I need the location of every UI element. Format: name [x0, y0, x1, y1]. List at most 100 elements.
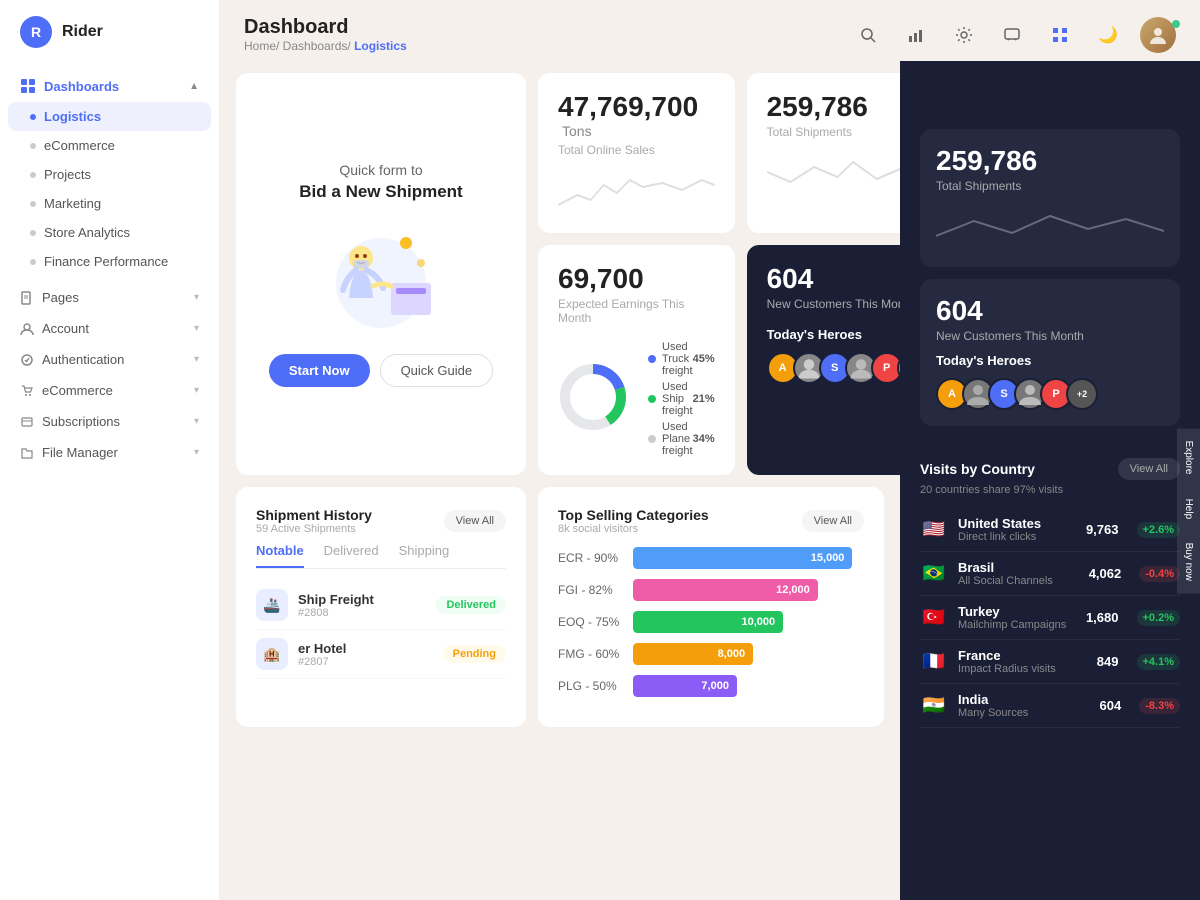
- stat-number-sales: 47,769,700: [558, 91, 698, 122]
- file-manager-icon: [20, 446, 34, 460]
- messages-icon[interactable]: [996, 19, 1028, 51]
- top-selling-card: Top Selling Categories 8k social visitor…: [538, 487, 884, 727]
- country-flag-4: 🇮🇳: [920, 695, 948, 716]
- search-icon[interactable]: [852, 19, 884, 51]
- bar-fill-4: 7,000: [633, 675, 737, 697]
- stat-number-shipments: 259,786: [767, 91, 868, 122]
- country-change-3: +4.1%: [1137, 654, 1181, 670]
- analytics-icon[interactable]: [900, 19, 932, 51]
- bar-fill-3: 8,000: [633, 643, 753, 665]
- sidebar-item-marketing[interactable]: Marketing: [0, 189, 219, 218]
- account-icon: [20, 322, 34, 336]
- pages-icon: [20, 291, 34, 305]
- country-name-0: United States: [958, 516, 1076, 531]
- country-visits-0: 9,763: [1086, 522, 1119, 537]
- sidebar-item-ecommerce-main[interactable]: eCommerce ▾: [0, 375, 219, 406]
- top-selling-view-all-button[interactable]: View All: [802, 510, 864, 532]
- stat-new-customers: 604 New Customers This Month Today's Her…: [747, 245, 900, 475]
- dark-mode-icon[interactable]: 🌙: [1092, 19, 1124, 51]
- country-flag-0: 🇺🇸: [920, 519, 948, 540]
- user-avatar[interactable]: [1140, 17, 1176, 53]
- legend-plane: Used Plane freight 34%: [648, 421, 715, 457]
- sidebar-item-store-analytics[interactable]: Store Analytics: [0, 218, 219, 247]
- help-button[interactable]: Help: [1177, 486, 1200, 531]
- subscriptions-icon: [20, 415, 34, 429]
- sidebar-item-pages[interactable]: Pages ▾: [0, 282, 219, 313]
- shipment-history-header: Shipment History 59 Active Shipments Vie…: [256, 507, 506, 535]
- dashboards-header[interactable]: Dashboards ▲: [0, 70, 219, 102]
- country-name-1: Brasil: [958, 560, 1079, 575]
- hero-card: Quick form to Bid a New Shipment: [236, 73, 526, 475]
- countries-title: Visits by Country: [920, 461, 1035, 477]
- dark-hero-more: +2: [1066, 378, 1098, 410]
- stat-total-shipments: 259,786 Total Shipments: [747, 73, 900, 233]
- bar-fill-0: 15,000: [633, 547, 852, 569]
- country-source-0: Direct link clicks: [958, 531, 1076, 543]
- heroes-title: Today's Heroes: [767, 327, 900, 342]
- heroes-avatars: A S P: [767, 352, 900, 384]
- bar-item-1: FGI - 82% 12,000: [558, 579, 864, 601]
- bar-track-0: 15,000: [633, 547, 864, 569]
- sidebar-item-account[interactable]: Account ▾: [0, 313, 219, 344]
- bar-track-1: 12,000: [633, 579, 864, 601]
- sidebar-item-projects[interactable]: Projects: [0, 160, 219, 189]
- country-visits-2: 1,680: [1086, 610, 1119, 625]
- country-item-2: 🇹🇷 Turkey Mailchimp Campaigns 1,680 +0.2…: [920, 596, 1180, 640]
- ship-id-1: #2807: [298, 656, 433, 668]
- top-grid: Quick form to Bid a New Shipment: [236, 73, 884, 475]
- sidebar-item-authentication[interactable]: Authentication ▾: [0, 344, 219, 375]
- dark-stat-label-shipments: Total Shipments: [936, 179, 1164, 193]
- country-change-1: -0.4%: [1139, 566, 1180, 582]
- stat-label-earnings: Expected Earnings This Month: [558, 297, 715, 325]
- sidebar-item-logistics[interactable]: Logistics: [8, 102, 211, 131]
- grid-icon[interactable]: [1044, 19, 1076, 51]
- content-area: Quick form to Bid a New Shipment: [220, 61, 1200, 900]
- bar-item-4: PLG - 50% 7,000: [558, 675, 864, 697]
- tab-notable[interactable]: Notable: [256, 543, 304, 568]
- dark-avatar-group: A S P +2: [936, 378, 1164, 410]
- country-visits-1: 4,062: [1089, 566, 1122, 581]
- bar-label-3: FMG - 60%: [558, 647, 623, 661]
- header: Dashboard Home/ Dashboards/ Logistics: [220, 0, 1200, 61]
- bar-label-0: ECR - 90%: [558, 551, 623, 565]
- settings-icon[interactable]: [948, 19, 980, 51]
- country-info-4: India Many Sources: [958, 692, 1090, 719]
- dark-stat-shipments: 259,786 Total Shipments: [920, 129, 1180, 267]
- tab-shipping[interactable]: Shipping: [399, 543, 450, 568]
- top-selling-title: Top Selling Categories: [558, 507, 709, 523]
- shipment-subtitle: 59 Active Shipments: [256, 523, 372, 535]
- sidebar-item-ecommerce[interactable]: eCommerce: [0, 131, 219, 160]
- dark-stat-number-customers: 604: [936, 295, 1164, 327]
- explore-button[interactable]: Explore: [1177, 429, 1200, 487]
- country-change-0: +2.6%: [1137, 522, 1181, 538]
- dot: [30, 172, 36, 178]
- sidebar-item-file-manager[interactable]: File Manager ▾: [0, 437, 219, 468]
- sidebar-item-finance-performance[interactable]: Finance Performance: [0, 247, 219, 276]
- country-item-4: 🇮🇳 India Many Sources 604 -8.3%: [920, 684, 1180, 728]
- buy-now-button[interactable]: Buy now: [1177, 531, 1200, 593]
- shipment-tabs: Notable Delivered Shipping: [256, 543, 506, 569]
- bar-label-2: EOQ - 75%: [558, 615, 623, 629]
- shipment-title: Shipment History: [256, 507, 372, 523]
- start-now-button[interactable]: Start Now: [269, 354, 370, 387]
- dot: [30, 143, 36, 149]
- sidebar-item-subscriptions[interactable]: Subscriptions ▾: [0, 406, 219, 437]
- country-flag-2: 🇹🇷: [920, 607, 948, 628]
- hero-title: Bid a New Shipment: [299, 182, 462, 202]
- bar-item-0: ECR - 90% 15,000: [558, 547, 864, 569]
- tab-delivered[interactable]: Delivered: [324, 543, 379, 568]
- ship-status-0: Delivered: [436, 596, 506, 614]
- donut-chart: [558, 362, 628, 432]
- countries-view-all-button[interactable]: View All: [1118, 458, 1180, 480]
- bar-track-3: 8,000: [633, 643, 864, 665]
- stat-expected-earnings: 69,700 Expected Earnings This Month: [538, 245, 735, 475]
- country-item-3: 🇫🇷 France Impact Radius visits 849 +4.1%: [920, 640, 1180, 684]
- shipment-view-all-button[interactable]: View All: [444, 510, 506, 532]
- quick-guide-button[interactable]: Quick Guide: [380, 354, 494, 387]
- dark-stat-label-customers: New Customers This Month: [936, 329, 1164, 343]
- bar-label-4: PLG - 50%: [558, 679, 623, 693]
- hero-illustration: [301, 218, 461, 338]
- hero-avatar-p: P: [871, 352, 900, 384]
- legend-truck: Used Truck freight 45%: [648, 341, 715, 377]
- country-source-1: All Social Channels: [958, 575, 1079, 587]
